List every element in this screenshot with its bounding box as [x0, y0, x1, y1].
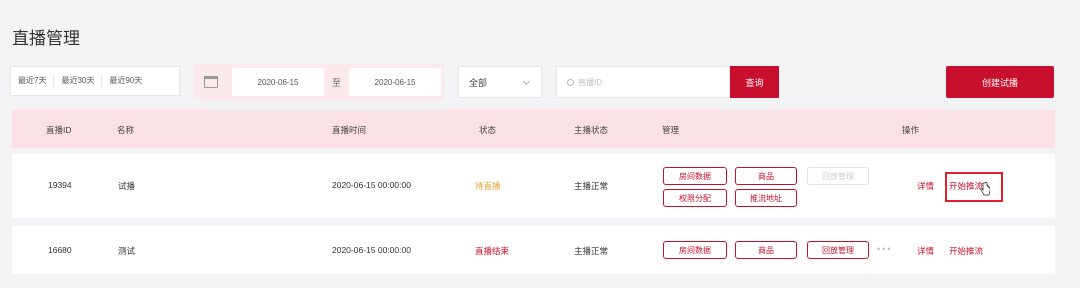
start-date-field[interactable]: 2020-06-15: [232, 68, 324, 96]
row-anchor-status: 主播正常: [574, 246, 609, 256]
date-range-picker[interactable]: 2020-06-15 至 2020-06-15: [194, 64, 444, 100]
range-30-days[interactable]: 最近30天: [54, 75, 103, 87]
query-button[interactable]: 查询: [730, 66, 779, 98]
col-name: 名称: [117, 125, 135, 135]
calendar-icon: [204, 76, 218, 88]
table-row: 16680 测试 2020-06-15 00:00:00 直播结束 主播正常 房…: [12, 226, 1055, 274]
col-status: 状态: [479, 125, 497, 135]
row-time: 2020-06-15 00:00:00: [332, 180, 411, 190]
row-status: 待直播: [475, 181, 501, 191]
start-push-link[interactable]: 开始推流: [949, 245, 983, 257]
click-highlight-box: [945, 172, 1003, 202]
col-live-time: 直播时间: [332, 125, 367, 135]
chevron-down-icon: [522, 77, 531, 86]
create-trial-button[interactable]: 创建试播: [946, 66, 1054, 98]
page-title: 直播管理: [12, 29, 80, 48]
status-select[interactable]: 全部: [458, 66, 542, 98]
room-data-button[interactable]: 房间数据: [663, 241, 727, 259]
details-link[interactable]: 详情: [917, 245, 934, 257]
playback-manage-button[interactable]: 回放管理: [807, 167, 869, 185]
row-live-id: 16680: [48, 245, 72, 255]
col-actions: 操作: [902, 125, 920, 135]
row-name: 测试: [118, 246, 136, 256]
search-box: [556, 66, 730, 98]
col-manage: 管理: [662, 125, 680, 135]
search-icon: [567, 78, 574, 86]
push-url-button[interactable]: 推流地址: [735, 189, 797, 207]
table-row: 19394 试播 2020-06-15 00:00:00 待直播 主播正常 房间…: [12, 154, 1055, 218]
end-date-field[interactable]: 2020-06-15: [349, 68, 442, 96]
table-header: 直播ID 名称 直播时间 状态 主播状态 管理 操作: [12, 110, 1055, 148]
products-button[interactable]: 商品: [735, 241, 797, 259]
quick-range-group: 最近7天 最近30天 最近90天: [10, 66, 180, 96]
row-name: 试播: [118, 181, 136, 191]
row-anchor-status: 主播正常: [574, 181, 609, 191]
row-time: 2020-06-15 00:00:00: [332, 245, 411, 255]
row-status: 直播结束: [475, 246, 510, 256]
hand-cursor-icon: [980, 182, 990, 196]
more-icon[interactable]: •••: [877, 244, 892, 254]
range-7-days[interactable]: 最近7天: [11, 75, 55, 87]
range-90-days[interactable]: 最近90天: [102, 75, 149, 87]
products-button[interactable]: 商品: [735, 167, 797, 185]
playback-manage-button[interactable]: 回放管理: [807, 241, 869, 259]
permission-assign-button[interactable]: 权限分配: [663, 189, 727, 207]
status-select-value: 全部: [469, 77, 488, 88]
col-anchor-status: 主播状态: [574, 125, 609, 135]
col-live-id: 直播ID: [46, 125, 72, 135]
date-separator: 至: [332, 77, 342, 88]
search-input[interactable]: [578, 77, 718, 87]
row-live-id: 19394: [48, 180, 72, 190]
room-data-button[interactable]: 房间数据: [663, 167, 727, 185]
details-link[interactable]: 详情: [917, 180, 934, 192]
